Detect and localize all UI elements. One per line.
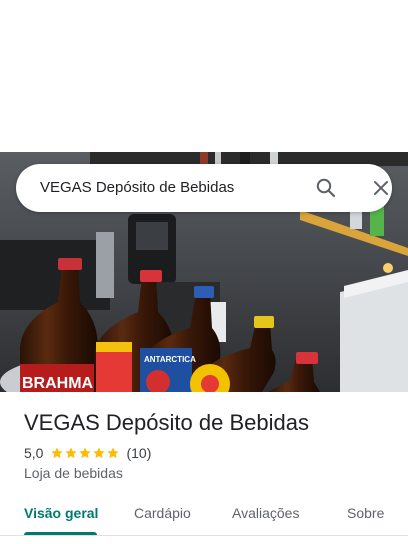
- tab-about[interactable]: Sobre: [347, 494, 384, 534]
- search-bar[interactable]: VEGAS Depósito de Bebidas: [16, 164, 392, 212]
- close-icon[interactable]: [369, 176, 393, 200]
- rating-row[interactable]: 5,0 (10): [24, 444, 151, 462]
- search-input[interactable]: VEGAS Depósito de Bebidas: [40, 164, 234, 212]
- search-icon[interactable]: [314, 176, 338, 200]
- star-icon: [107, 447, 120, 459]
- tab-bar: Visão geral Cardápio Avaliações Sobre: [0, 494, 408, 538]
- rating-value: 5,0: [24, 445, 44, 461]
- star-icon: [65, 447, 78, 459]
- tab-overview[interactable]: Visão geral: [24, 494, 98, 534]
- star-icon: [79, 447, 92, 459]
- place-category[interactable]: Loja de bebidas: [24, 464, 123, 482]
- star-rating: [50, 446, 120, 460]
- tab-divider: [0, 535, 408, 536]
- svg-text:BRAHMA: BRAHMA: [22, 375, 94, 392]
- svg-text:ANTARCTICA: ANTARCTICA: [144, 355, 196, 364]
- star-icon: [51, 447, 64, 459]
- tab-reviews[interactable]: Avaliações: [232, 494, 299, 534]
- place-title: VEGAS Depósito de Bebidas: [24, 410, 309, 435]
- tab-menu[interactable]: Cardápio: [134, 494, 191, 534]
- star-icon: [93, 447, 106, 459]
- review-count[interactable]: (10): [126, 445, 151, 461]
